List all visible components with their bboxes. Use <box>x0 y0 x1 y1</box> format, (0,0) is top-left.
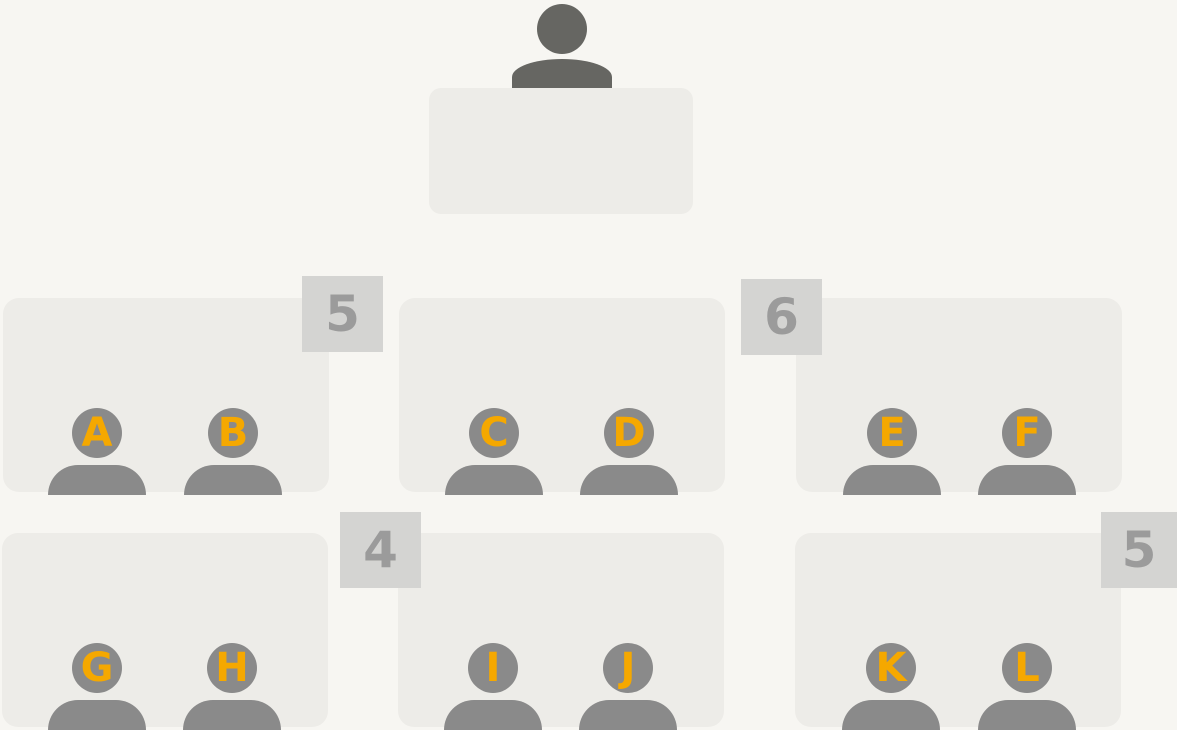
student-i-body <box>444 700 542 730</box>
student-d-body <box>580 465 678 495</box>
student-e-label: E <box>867 408 917 458</box>
student-l-label: L <box>1002 643 1052 693</box>
student-c-label: C <box>469 408 519 458</box>
desk-1-badge: 5 <box>302 276 383 352</box>
desk-4-badge: 4 <box>340 512 421 588</box>
student-c-body <box>445 465 543 495</box>
student-i-label: I <box>468 643 518 693</box>
student-j-body <box>579 700 677 730</box>
student-a-body <box>48 465 146 495</box>
student-d-label: D <box>604 408 654 458</box>
student-k: K <box>841 643 941 730</box>
student-k-label: K <box>866 643 916 693</box>
desk-6-badge: 5 <box>1101 512 1177 588</box>
student-a: A <box>47 408 147 495</box>
desk-3-badge: 6 <box>741 279 822 355</box>
student-k-body <box>842 700 940 730</box>
student-f: F <box>977 408 1077 495</box>
student-g-body <box>48 700 146 730</box>
student-g-label: G <box>72 643 122 693</box>
teacher-desk <box>429 88 693 214</box>
student-l: L <box>977 643 1077 730</box>
student-e-body <box>843 465 941 495</box>
student-d: D <box>579 408 679 495</box>
teacher-icon <box>512 4 612 88</box>
student-l-body <box>978 700 1076 730</box>
student-g: G <box>47 643 147 730</box>
student-f-label: F <box>1002 408 1052 458</box>
student-j: J <box>578 643 678 730</box>
student-b: B <box>183 408 283 495</box>
student-b-label: B <box>208 408 258 458</box>
student-a-label: A <box>72 408 122 458</box>
student-h-body <box>183 700 281 730</box>
student-i: I <box>443 643 543 730</box>
student-e: E <box>842 408 942 495</box>
student-f-body <box>978 465 1076 495</box>
student-j-label: J <box>603 643 653 693</box>
student-b-body <box>184 465 282 495</box>
student-h-label: H <box>207 643 257 693</box>
student-h: H <box>182 643 282 730</box>
student-c: C <box>444 408 544 495</box>
